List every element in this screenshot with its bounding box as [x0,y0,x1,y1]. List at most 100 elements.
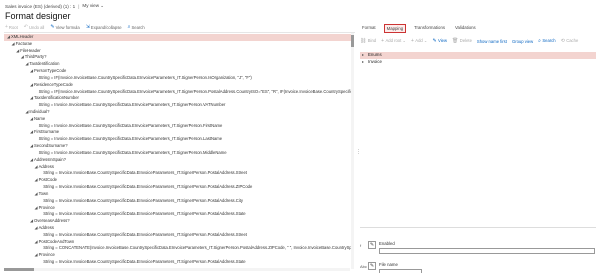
tree-node-label: String = Invoice.InvoiceBase.CountrySpec… [43,197,244,203]
tree-node[interactable]: String = IF(Invoice.InvoiceBase.CountryS… [4,75,352,82]
tree-vertical-scrollbar[interactable] [351,33,354,269]
tree-node-label: Facturae [15,40,33,46]
tree-node[interactable]: ◢SecondSurname? [4,143,352,150]
tree-node[interactable]: ◢Province [4,252,352,259]
mapping-button-search[interactable]: ⌕ Search [538,38,555,44]
tree-node[interactable]: String = CONCATENATE(Invoice.InvoiceBase… [4,245,352,252]
toolbar-button-search[interactable]: ⌕ Search [128,24,145,30]
tree-node[interactable]: ◢PostCodeAndTown [4,239,352,246]
tree-node-label: String = Invoice.InvoiceBase.CountrySpec… [43,211,246,217]
tab-transformations[interactable]: Transformations [412,24,447,33]
tree-node-label: TaxIdentification [29,61,60,67]
tree-node-label: String = Invoice.InvoiceBase.CountrySpec… [43,184,253,190]
breadcrumb-record: Sales invoice (ES) (derived) (1) : 1 [5,3,76,9]
tree-node[interactable]: ◢FirstSurname [4,129,352,136]
mapping-button-add[interactable]: + Add ⌄ [411,38,427,44]
scrollbar-thumb[interactable] [4,268,34,271]
tree-node[interactable]: ◢PostCode [4,177,352,184]
tab-format[interactable]: Format [360,24,378,33]
tree-node-label: TaxIdentificationNumber [34,95,79,101]
tree-node[interactable]: ◢Address [4,225,352,232]
edit-formula-icon[interactable]: ✎ [368,262,376,270]
tab-mapping[interactable]: Mapping [383,24,407,33]
tree-node[interactable]: ◢Address [4,164,352,171]
tree-node[interactable]: ◢Town [4,191,352,198]
tree-node[interactable]: ◢TaxIdentificationNumber [4,95,352,102]
tree-node-label: String = CONCATENATE(Invoice.InvoiceBase… [43,245,352,251]
toolbar-button-label: Root [8,24,18,30]
mapping-button-label: Bind [367,38,377,43]
tab-validations[interactable]: Validations [453,24,478,33]
expand-icon: ⇲ [85,24,90,30]
tree-node[interactable]: ◢OverseasAddress? [4,218,352,225]
tab-strip: Format Mapping Transformations Validations [360,24,478,33]
toolbar-button-label: Search [131,24,145,30]
link-icon: ⛓ [360,38,368,44]
tree-node[interactable]: String = Invoice.InvoiceBase.CountrySpec… [4,232,352,239]
tree-node[interactable]: String = Invoice.InvoiceBase.CountrySpec… [4,259,352,266]
designer-toolbar: + Root ↶ Undo all ✎ View formula ⇲ Expand/colla… [5,24,145,30]
mapping-button-cache[interactable]: ⟲ Cache [561,38,579,44]
tree-node-label: Town [38,190,49,196]
tree-node[interactable]: ◢AddressInSpain? [4,157,352,164]
chevron-down-icon: ⌄ [100,3,105,8]
field-value-input[interactable] [379,248,595,254]
tree-node[interactable]: String = Invoice.InvoiceBase.CountrySpec… [4,211,352,218]
tree-node-label: String = IF(Invoice.InvoiceBase.CountryS… [38,88,352,94]
tree-node[interactable]: String = Invoice.InvoiceBase.CountrySpec… [4,123,352,130]
chevron-down-icon: ⌄ [401,38,406,43]
edit-formula-icon[interactable]: ✎ [368,241,376,249]
mapping-button-label: Search [542,38,556,43]
tree-node[interactable]: String = Invoice.InvoiceBase.CountrySpec… [4,102,352,109]
tree-node[interactable]: ◢ThirdParty? [4,54,352,61]
tree-node[interactable]: String = Invoice.InvoiceBase.CountrySpec… [4,198,352,205]
tree-node-label: ResidenceTypeCode [34,81,73,87]
datasource-item[interactable]: ▸ Invoice [360,59,596,66]
delete-icon: 🗑 [452,38,460,44]
mapping-button-view[interactable]: ✎ View [432,38,447,44]
toolbar-button-undo-all[interactable]: ↶ Undo all [24,24,45,30]
view-selector[interactable]: My view ⌄ [82,3,104,9]
datasource-item[interactable]: ▸ Enums [360,52,596,59]
tree-node[interactable]: ◢Name [4,116,352,123]
tree-node[interactable]: ◢ResidenceTypeCode [4,82,352,89]
toolbar-button-view-formula[interactable]: ✎ View formula [50,24,79,30]
mapping-button-label: Add root [385,38,402,43]
tree-node[interactable]: String = Invoice.InvoiceBase.CountrySpec… [4,184,352,191]
toolbar-button-root[interactable]: + Root [5,24,18,30]
tree-node[interactable]: String = Invoice.InvoiceBase.CountrySpec… [4,136,352,143]
field-value-input[interactable] [379,269,422,273]
tree-node[interactable]: String = Invoice.InvoiceBase.CountrySpec… [4,170,352,177]
tree-node[interactable]: ◢TaxIdentification [4,61,352,68]
mapping-button-group-view[interactable]: Group view [512,39,533,44]
tree-node-label: AddressInSpain? [34,156,66,162]
tree-node-label: Name [34,115,46,121]
mapping-button-label: Cache [566,38,579,43]
mapping-button-label: Show name first [476,38,507,44]
mapping-toolbar: ⛓ Bind + Add root ⌄ + Add ⌄ ✎ View 🗑 Delete S… [360,38,578,44]
mapping-button-delete[interactable]: 🗑 Delete [452,38,472,44]
tree-node-label: PostCode [38,177,57,183]
tree-node-label: String = IF(Invoice.InvoiceBase.CountryS… [38,74,252,80]
divider [360,227,596,228]
tree-node-label: SecondSurname? [34,143,68,149]
tree-node[interactable]: ◢Province [4,205,352,212]
mapping-button-bind[interactable]: ⛓ Bind [360,38,376,44]
mapping-button-show-name-first[interactable]: Show name first [477,39,507,44]
tree-node[interactable]: String = Invoice.InvoiceBase.CountrySpec… [4,150,352,157]
toolbar-button-expand-collapse[interactable]: ⇲ Expand/collapse [86,24,122,30]
tree-node[interactable]: ◢FileHeader [4,48,352,55]
mapping-pane: Format Mapping Transformations Validations … [360,22,600,273]
tree-horizontal-scrollbar[interactable] [4,268,350,271]
tree-node-label: XMLHeader [11,34,34,39]
tree-node[interactable]: ◢Individual? [4,109,352,116]
tree-node[interactable]: ◢PersonTypeCode [4,68,352,75]
page-title: Format designer [5,11,71,21]
tree-node[interactable]: ◢Facturae [4,41,352,48]
tree-node[interactable]: ◢XMLHeader [4,34,352,41]
scrollbar-thumb[interactable] [351,35,354,47]
tree-node-label: String = Invoice.InvoiceBase.CountrySpec… [43,259,246,265]
undo-icon: ↶ [23,24,28,30]
mapping-button-add-root[interactable]: + Add root ⌄ [381,38,406,44]
tree-node[interactable]: String = IF(Invoice.InvoiceBase.CountryS… [4,89,352,96]
